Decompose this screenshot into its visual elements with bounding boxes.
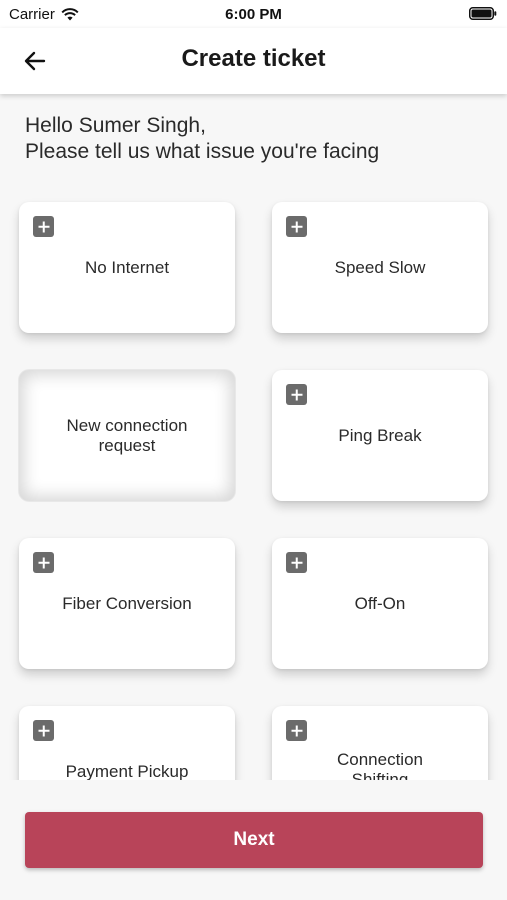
- issue-card-fiber-conversion[interactable]: Fiber Conversion: [19, 538, 235, 669]
- issue-label: Fiber Conversion: [62, 593, 192, 613]
- issue-label: Ping Break: [338, 425, 422, 445]
- bottom-bar: Next: [0, 780, 507, 900]
- plus-icon: [33, 720, 54, 741]
- plus-icon: [286, 552, 307, 573]
- page-title: Create ticket: [181, 45, 326, 72]
- issue-label: Off-On: [354, 593, 406, 613]
- issue-grid: No Internet Speed Slow New connection re…: [19, 202, 488, 780]
- greeting-line-1: Hello Sumer Singh,: [25, 114, 206, 137]
- issue-label: No Internet: [84, 257, 170, 277]
- plus-icon: [286, 384, 307, 405]
- issue-card-speed-slow[interactable]: Speed Slow: [272, 202, 488, 333]
- status-time: 6:00 PM: [225, 6, 282, 23]
- plus-icon: [33, 216, 54, 237]
- issue-card-new-connection-request[interactable]: New connection request: [19, 370, 235, 501]
- plus-icon: [286, 720, 307, 741]
- plus-icon: [33, 552, 54, 573]
- issue-card-no-internet[interactable]: No Internet: [19, 202, 235, 333]
- issue-card-payment-pickup[interactable]: Payment Pickup: [19, 706, 235, 780]
- app-bar: Create ticket: [0, 28, 507, 94]
- next-button[interactable]: Next: [25, 812, 483, 868]
- status-bar: Carrier 6:00 PM: [0, 0, 507, 28]
- issue-card-connection-shifting[interactable]: Connection Shifting: [272, 706, 488, 780]
- greeting: Hello Sumer Singh, Please tell us what i…: [25, 113, 485, 165]
- issue-label: Payment Pickup: [65, 762, 189, 780]
- issue-label: New connection request: [66, 415, 188, 455]
- battery-icon: [469, 7, 497, 20]
- issue-card-off-on[interactable]: Off-On: [272, 538, 488, 669]
- issue-grid-scroll[interactable]: No Internet Speed Slow New connection re…: [0, 190, 507, 780]
- greeting-line-2: Please tell us what issue you're facing: [25, 140, 380, 163]
- issue-card-ping-break[interactable]: Ping Break: [272, 370, 488, 501]
- issue-label: Speed Slow: [334, 257, 426, 277]
- plus-icon: [286, 216, 307, 237]
- issue-label: Connection Shifting: [336, 750, 423, 780]
